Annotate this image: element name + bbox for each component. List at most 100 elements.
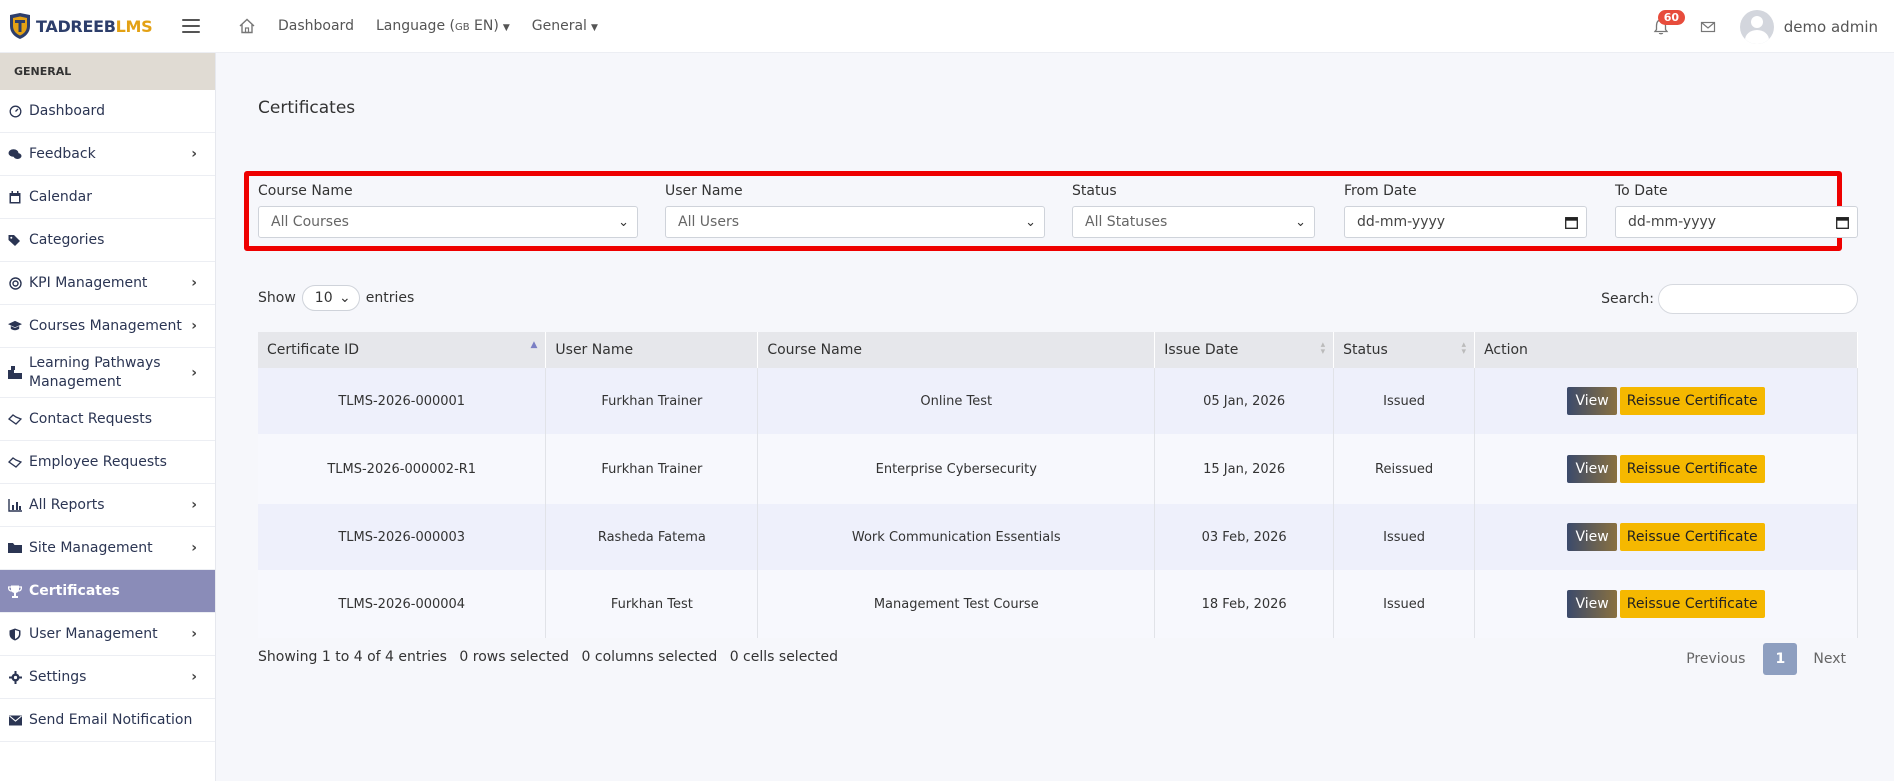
col-header-certificate-id[interactable]: Certificate ID ▲ [258,332,547,368]
cell-status: Issued [1333,368,1476,434]
sidebar-item-kpi-management[interactable]: KPI Management › [0,262,215,305]
showing-entries-text: Showing 1 to 4 of 4 entries [258,649,447,665]
sidebar-item-settings[interactable]: Settings › [0,656,215,699]
cell-issue-date: 18 Feb, 2026 [1154,570,1335,638]
cell-certificate-id: TLMS-2026-000001 [258,368,547,434]
from-date-input[interactable]: dd-mm-yyyy [1344,206,1587,238]
cell-issue-date: 03 Feb, 2026 [1154,504,1335,570]
caret-down-icon: ▼ [590,23,598,33]
handshake-icon [8,412,22,426]
col-header-status[interactable]: Status ▴ ▾ [1333,332,1476,368]
cell-course-name: Management Test Course [757,570,1156,638]
calendar-icon[interactable] [1836,216,1849,229]
brand-logo[interactable]: TADREEBLMS [8,12,158,40]
cell-action: View Reissue Certificate [1474,434,1858,504]
user-select[interactable]: All Users ⌄ [665,206,1045,238]
sidebar-item-user-management[interactable]: User Management › [0,613,215,656]
gauge-icon [8,104,22,118]
graduation-cap-icon [8,319,22,333]
col-header-action: Action [1474,332,1858,368]
table-row: TLMS-2026-000004 Furkhan Test Management… [258,570,1858,638]
notifications-button[interactable]: 60 [1652,9,1685,36]
filter-user: User Name All Users ⌄ [665,183,1045,238]
sidebar-item-categories[interactable]: Categories [0,219,215,262]
reissue-certificate-button[interactable]: Reissue Certificate [1619,523,1765,551]
filter-course-label: Course Name [258,183,353,199]
chevron-right-icon: › [191,540,197,556]
chevron-right-icon: › [191,497,197,513]
sidebar-item-dashboard[interactable]: Dashboard [0,90,215,133]
general-dropdown[interactable]: General ▼ [532,18,598,34]
cell-course-name: Online Test [757,368,1156,434]
filter-from-date: From Date dd-mm-yyyy [1344,183,1587,238]
sidebar-item-certificates[interactable]: Certificates [0,570,215,613]
sidebar-item-learning-pathways[interactable]: Learning Pathways Management › [0,348,215,398]
sort-icon: ▴ ▾ [1461,340,1467,357]
caret-down-icon: ▼ [502,23,510,33]
filter-user-label: User Name [665,183,743,199]
chevron-down-icon: ⌄ [1025,214,1036,230]
filter-to-label: To Date [1615,183,1668,199]
mail-icon[interactable] [1700,19,1716,35]
sidebar-item-courses-management[interactable]: Courses Management › [0,305,215,348]
sidebar-item-contact-requests[interactable]: Contact Requests [0,398,215,441]
language-dropdown[interactable]: Language (GB EN) ▼ [376,18,510,34]
chevron-right-icon: › [191,669,197,685]
table-search: Search: [1601,284,1858,314]
sort-icon: ▴ ▾ [1320,340,1326,357]
sidebar-item-site-management[interactable]: Site Management › [0,527,215,570]
cell-issue-date: 05 Jan, 2026 [1154,368,1335,434]
status-select[interactable]: All Statuses ⌄ [1072,206,1315,238]
col-header-issue-date[interactable]: Issue Date ▴ ▾ [1154,332,1335,368]
nav-dashboard[interactable]: Dashboard [278,18,354,34]
folder-icon [8,541,22,555]
sitemap-icon [8,366,22,380]
brand-name: TADREEBLMS [36,16,153,36]
view-button[interactable]: View [1567,523,1617,551]
col-header-course-name[interactable]: Course Name [757,332,1156,368]
sidebar: GENERAL Dashboard Feedback › Calendar Ca… [0,53,216,781]
search-input[interactable] [1658,284,1858,314]
reissue-certificate-button[interactable]: Reissue Certificate [1619,590,1765,618]
home-icon[interactable] [238,17,256,35]
page-1-button[interactable]: 1 [1763,643,1798,675]
reissue-certificate-button[interactable]: Reissue Certificate [1619,455,1765,483]
next-page-button[interactable]: Next [1813,651,1846,667]
rows-selected-text: 0 rows selected [459,649,570,665]
cells-selected-text: 0 cells selected [729,649,838,665]
sidebar-item-calendar[interactable]: Calendar [0,176,215,219]
menu-toggle-icon[interactable] [182,19,200,33]
top-navbar: TADREEBLMS Dashboard Language (GB EN) ▼ G… [0,0,1894,53]
sidebar-item-feedback[interactable]: Feedback › [0,133,215,176]
entries-select[interactable]: 10 ⌄ [301,285,360,311]
calendar-icon[interactable] [1565,216,1578,229]
course-select[interactable]: All Courses ⌄ [258,206,638,238]
cell-status: Issued [1333,570,1476,638]
view-button[interactable]: View [1567,590,1617,618]
sidebar-item-all-reports[interactable]: All Reports › [0,484,215,527]
col-header-user-name[interactable]: User Name [545,332,759,368]
cell-action: View Reissue Certificate [1474,504,1858,570]
reissue-certificate-button[interactable]: Reissue Certificate [1619,387,1765,415]
cell-issue-date: 15 Jan, 2026 [1154,434,1335,504]
sidebar-item-send-email[interactable]: Send Email Notification [0,699,215,742]
view-button[interactable]: View [1567,387,1617,415]
table-row: TLMS-2026-000003 Rasheda Fatema Work Com… [258,504,1858,570]
table-row: TLMS-2026-000002-R1 Furkhan Trainer Ente… [258,434,1858,504]
view-button[interactable]: View [1567,455,1617,483]
cell-user-name: Furkhan Test [545,570,759,638]
to-date-input[interactable]: dd-mm-yyyy [1615,206,1858,238]
table-header-row: Certificate ID ▲ User Name Course Name Is… [258,332,1858,368]
avatar[interactable] [1739,9,1774,44]
calendar-icon [8,190,22,204]
user-menu[interactable]: demo admin [1784,18,1878,36]
chart-icon [8,498,22,512]
sidebar-item-employee-requests[interactable]: Employee Requests [0,441,215,484]
previous-page-button[interactable]: Previous [1686,651,1745,667]
cell-user-name: Rasheda Fatema [545,504,759,570]
gear-icon [8,670,22,684]
chevron-down-icon: ⌄ [1295,214,1306,230]
target-icon [8,276,22,290]
table-info: Showing 1 to 4 of 4 entries 0 rows selec… [258,649,846,665]
filter-from-label: From Date [1344,183,1417,199]
